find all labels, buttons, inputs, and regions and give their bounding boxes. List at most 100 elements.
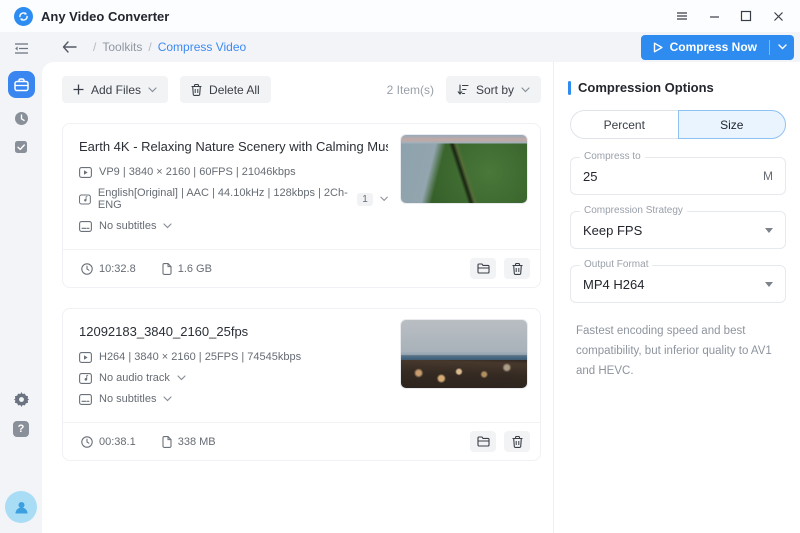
sidebar: ? bbox=[0, 32, 42, 533]
add-files-button[interactable]: Add Files bbox=[62, 76, 168, 103]
settings-gear-icon[interactable] bbox=[14, 392, 29, 407]
filesize-stat: 338 MB bbox=[162, 436, 216, 448]
trash-icon bbox=[512, 436, 523, 448]
output-format-value: MP4 H264 bbox=[583, 277, 765, 292]
compress-to-unit: M bbox=[763, 169, 773, 183]
clock-icon bbox=[81, 436, 93, 448]
title-bar: Any Video Converter bbox=[0, 0, 800, 32]
subtitle-track-row[interactable]: No subtitles bbox=[79, 393, 388, 405]
compression-options-panel: Compression Options Percent Size Compres… bbox=[554, 62, 800, 533]
mode-tabs: Percent Size bbox=[570, 110, 786, 139]
audio-track-icon bbox=[79, 373, 92, 384]
trash-icon bbox=[512, 263, 523, 275]
chevron-down-icon bbox=[177, 375, 186, 381]
tab-size[interactable]: Size bbox=[678, 110, 787, 139]
remove-file-button[interactable] bbox=[504, 431, 530, 452]
video-track-row: H264 | 3840 × 2160 | 25FPS | 74545kbps bbox=[79, 351, 388, 363]
close-icon[interactable] bbox=[770, 8, 786, 24]
audio-track-count-badge: 1 bbox=[357, 193, 373, 206]
help-icon[interactable]: ? bbox=[13, 421, 29, 437]
filesize-value: 338 MB bbox=[178, 436, 216, 448]
tab-percent[interactable]: Percent bbox=[570, 110, 678, 139]
maximize-icon[interactable] bbox=[738, 8, 754, 24]
trash-icon bbox=[191, 84, 202, 96]
menu-icon[interactable] bbox=[674, 8, 690, 24]
compress-to-input[interactable] bbox=[583, 169, 763, 184]
caret-down-icon bbox=[765, 282, 773, 287]
video-thumbnail bbox=[400, 319, 528, 389]
file-title: Earth 4K - Relaxing Nature Scenery with … bbox=[79, 139, 388, 154]
file-title: 12092183_3840_2160_25fps bbox=[79, 324, 388, 339]
subtitle-info: No subtitles bbox=[99, 220, 156, 232]
output-format-select[interactable]: Output Format MP4 H264 bbox=[570, 265, 786, 303]
subtitle-info: No subtitles bbox=[99, 393, 156, 405]
open-folder-button[interactable] bbox=[470, 431, 496, 452]
compression-strategy-label: Compression Strategy bbox=[580, 205, 687, 216]
compress-to-label: Compress to bbox=[580, 151, 645, 162]
file-list-area: Add Files Delete All 2 Item(s) Sort by bbox=[42, 62, 553, 533]
subtitle-track-icon bbox=[79, 221, 92, 232]
sidebar-item-toolkits[interactable] bbox=[8, 71, 35, 98]
video-track-icon bbox=[79, 352, 92, 363]
duration-stat: 00:38.1 bbox=[81, 436, 136, 448]
file-icon bbox=[162, 436, 172, 448]
sidebar-item-tasks[interactable] bbox=[14, 140, 28, 154]
chevron-down-icon bbox=[163, 223, 172, 229]
app-logo-icon bbox=[14, 7, 33, 26]
compress-to-field: Compress to M bbox=[570, 157, 786, 195]
delete-all-button[interactable]: Delete All bbox=[180, 76, 271, 103]
audio-track-row[interactable]: English[Original] | AAC | 44.10kHz | 128… bbox=[79, 187, 388, 211]
filesize-value: 1.6 GB bbox=[178, 263, 212, 275]
collapse-sidebar-icon[interactable] bbox=[14, 42, 29, 55]
video-thumbnail bbox=[400, 134, 528, 204]
audio-track-row[interactable]: No audio track bbox=[79, 372, 388, 384]
remove-file-button[interactable] bbox=[504, 258, 530, 279]
play-icon bbox=[653, 42, 663, 53]
person-icon bbox=[13, 499, 30, 516]
audio-info: No audio track bbox=[99, 372, 170, 384]
app-title: Any Video Converter bbox=[41, 9, 169, 24]
sidebar-item-history[interactable] bbox=[14, 111, 29, 126]
minimize-icon[interactable] bbox=[706, 8, 722, 24]
folder-icon bbox=[477, 436, 490, 447]
toolbox-icon bbox=[14, 78, 29, 92]
main-panel: Add Files Delete All 2 Item(s) Sort by bbox=[42, 62, 800, 533]
subtitle-track-row[interactable]: No subtitles bbox=[79, 220, 388, 232]
file-card: Earth 4K - Relaxing Nature Scenery with … bbox=[62, 123, 541, 288]
chevron-down-icon bbox=[521, 87, 530, 93]
breadcrumb-current: Compress Video bbox=[158, 40, 247, 54]
file-card-footer: 00:38.1 338 MB bbox=[63, 422, 540, 460]
sort-by-button[interactable]: Sort by bbox=[446, 76, 541, 103]
video-info: H264 | 3840 × 2160 | 25FPS | 74545kbps bbox=[99, 351, 301, 363]
breadcrumb-separator: / bbox=[148, 40, 151, 54]
account-avatar[interactable] bbox=[5, 491, 37, 523]
clock-icon bbox=[81, 263, 93, 275]
filesize-stat: 1.6 GB bbox=[162, 263, 212, 275]
delete-all-label: Delete All bbox=[209, 83, 260, 97]
options-header: Compression Options bbox=[568, 80, 788, 95]
list-toolbar: Add Files Delete All 2 Item(s) Sort by bbox=[62, 76, 541, 103]
caret-down-icon bbox=[765, 228, 773, 233]
format-description: Fastest encoding speed and best compatib… bbox=[568, 319, 788, 381]
breadcrumb-separator: / bbox=[93, 40, 96, 54]
chevron-down-icon bbox=[778, 44, 787, 50]
sort-by-label: Sort by bbox=[476, 83, 514, 97]
add-files-label: Add Files bbox=[91, 83, 141, 97]
video-info: VP9 | 3840 × 2160 | 60FPS | 21046kbps bbox=[99, 166, 296, 178]
plus-icon bbox=[73, 84, 84, 95]
back-arrow-icon[interactable] bbox=[62, 41, 77, 53]
file-card-footer: 10:32.8 1.6 GB bbox=[63, 249, 540, 287]
audio-track-icon bbox=[79, 194, 91, 205]
chevron-down-icon bbox=[163, 396, 172, 402]
open-folder-button[interactable] bbox=[470, 258, 496, 279]
compress-now-button[interactable]: Compress Now bbox=[641, 35, 794, 60]
accent-bar bbox=[568, 81, 571, 95]
file-icon bbox=[162, 263, 172, 275]
folder-icon bbox=[477, 263, 490, 274]
duration-stat: 10:32.8 bbox=[81, 263, 136, 275]
compression-strategy-select[interactable]: Compression Strategy Keep FPS bbox=[570, 211, 786, 249]
compress-now-dropdown[interactable] bbox=[770, 35, 794, 60]
breadcrumb-toolkits[interactable]: Toolkits bbox=[102, 40, 142, 54]
subtitle-track-icon bbox=[79, 394, 92, 405]
output-format-label: Output Format bbox=[580, 259, 652, 270]
